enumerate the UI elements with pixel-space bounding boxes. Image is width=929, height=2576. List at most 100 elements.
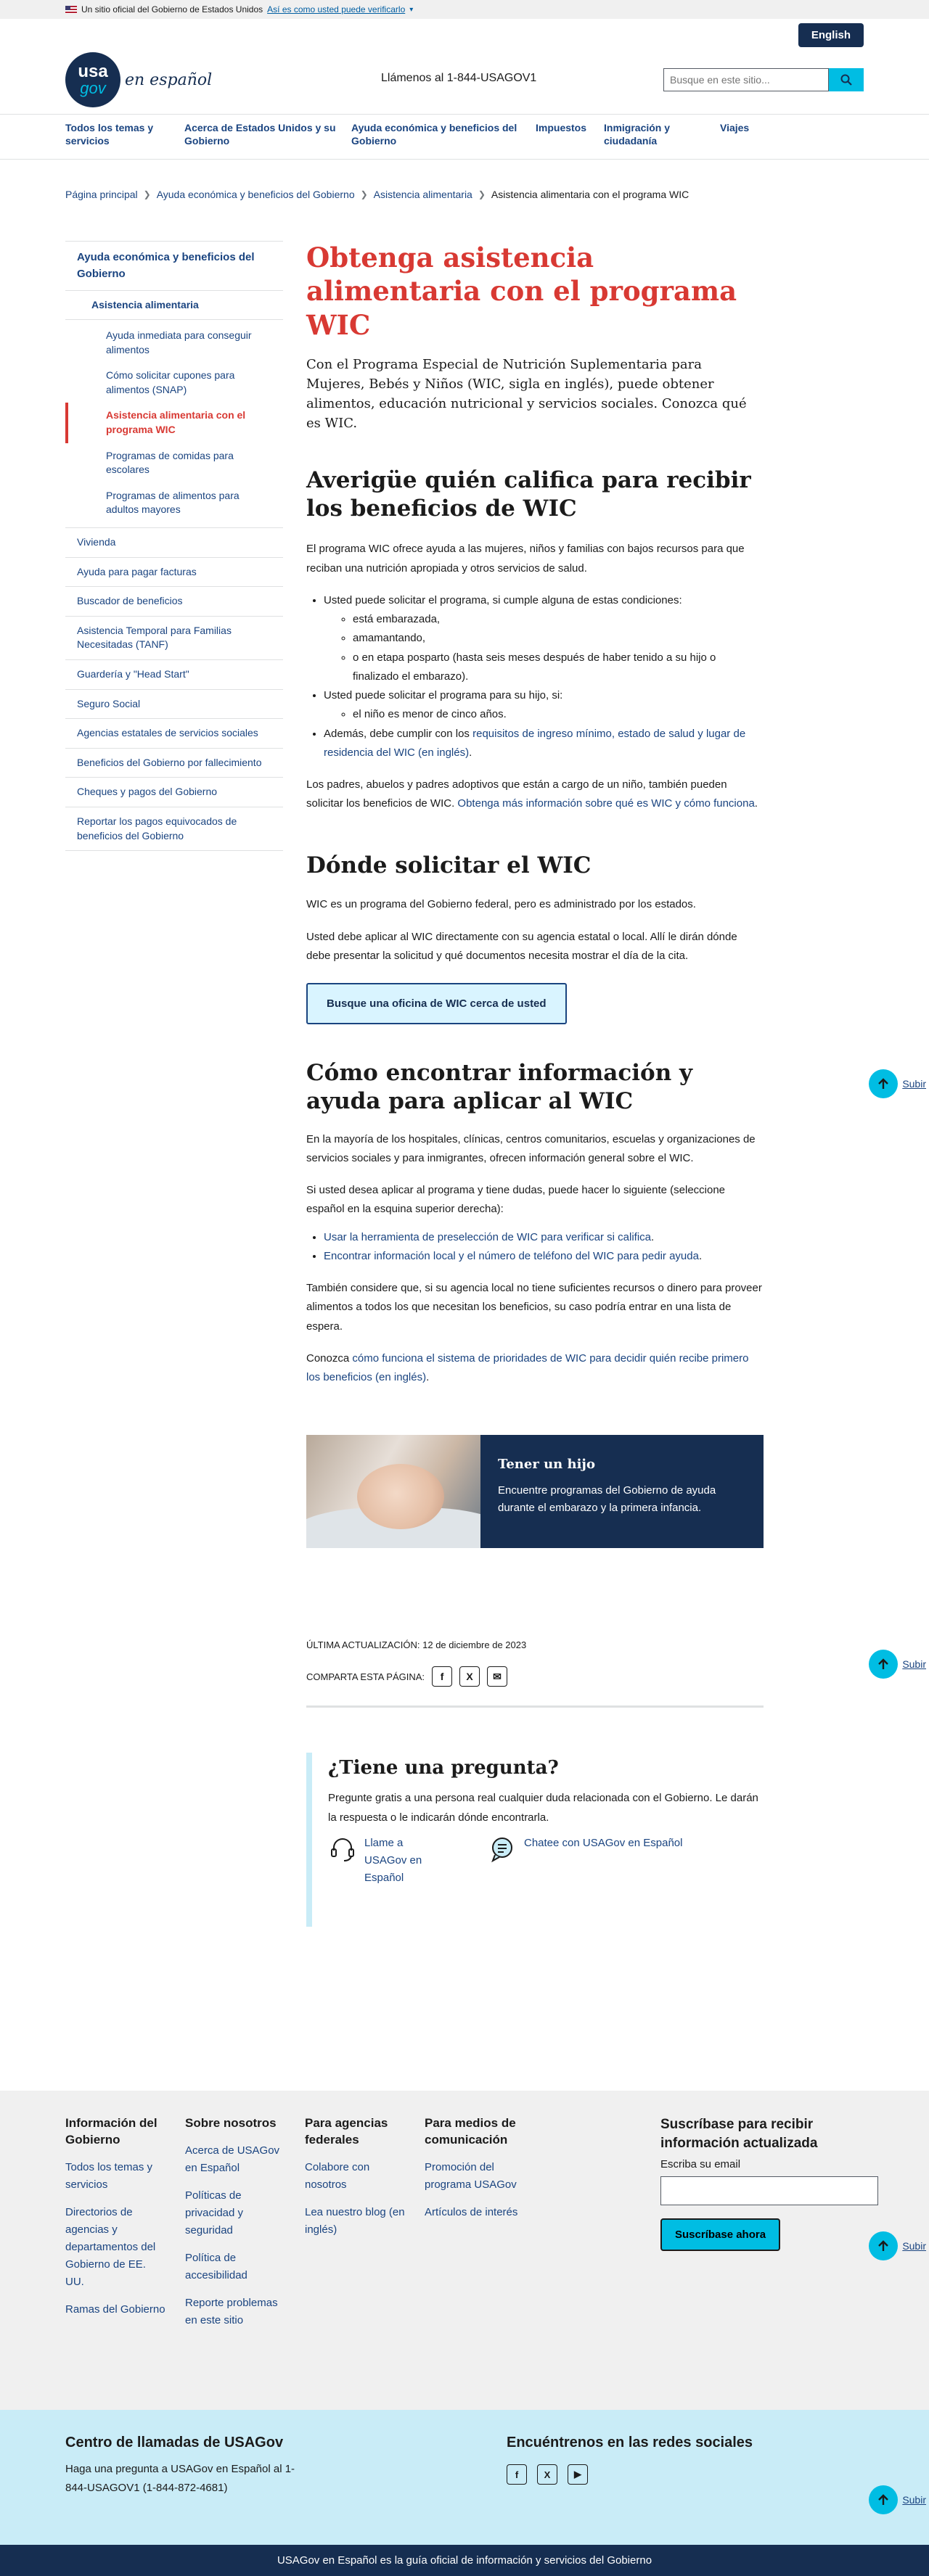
logo-gov-text: gov <box>80 79 106 97</box>
arrow-up-icon <box>869 1069 899 1098</box>
sidebar-top[interactable]: Ayuda económica y beneficios del Gobiern… <box>65 241 283 291</box>
usagov-logo[interactable]: usa gov en español <box>65 52 212 107</box>
footer-link[interactable]: Políticas de privacidad y seguridad <box>185 2187 287 2239</box>
sidebar-subitem-active[interactable]: Asistencia alimentaria con el programa W… <box>65 403 283 443</box>
footer-col-media: Para medios de comunicación Promoción de… <box>425 2115 526 2231</box>
promo-text: Encuentre programas del Gobierno de ayud… <box>498 1484 716 1515</box>
search-icon <box>840 74 852 86</box>
nav-item-acerca[interactable]: Acerca de Estados Unidos y su Gobierno <box>184 122 351 160</box>
prioridades-link[interactable]: cómo funciona el sistema de prioridades … <box>306 1352 748 1383</box>
email-field[interactable] <box>660 2176 878 2206</box>
sidebar-subitem[interactable]: Ayuda inmediata para conseguir alimentos <box>65 323 283 363</box>
footer-col-title: Información del Gobierno <box>65 2116 157 2147</box>
language-toggle-button[interactable]: English <box>798 23 864 47</box>
us-flag-icon <box>65 5 77 14</box>
local-info-link[interactable]: Encontrar información local y el número … <box>324 1250 699 1262</box>
footer-link[interactable]: Lea nuestro blog (en inglés) <box>305 2204 406 2239</box>
nav-item-temas[interactable]: Todos los temas y servicios <box>65 122 184 160</box>
sidebar-item[interactable]: Beneficios del Gobierno por fallecimient… <box>65 749 283 778</box>
promo-body: Tener un hijo Encuentre programas del Go… <box>480 1435 764 1549</box>
nav-item-inmigracion[interactable]: Inmigración y ciudadanía <box>604 122 720 160</box>
search-button[interactable] <box>829 68 864 91</box>
paragraph: Si usted desea aplicar al programa y tie… <box>306 1184 726 1216</box>
verify-link[interactable]: Así es como usted puede verificarlo <box>267 4 405 15</box>
youtube-icon[interactable]: ▶ <box>568 2464 588 2485</box>
section-title-donde: Dónde solicitar el WIC <box>306 852 592 878</box>
back-to-top-button[interactable]: Subir <box>869 2231 926 2260</box>
sidebar-item[interactable]: Seguro Social <box>65 690 283 720</box>
sidebar-item[interactable]: Asistencia Temporal para Familias Necesi… <box>65 617 283 660</box>
sidebar-item[interactable]: Buscador de beneficios <box>65 587 283 617</box>
list-item: o en etapa posparto (hasta seis meses de… <box>353 649 764 687</box>
breadcrumb-ayuda[interactable]: Ayuda económica y beneficios del Gobiern… <box>157 189 355 200</box>
breadcrumb-home[interactable]: Página principal <box>65 189 138 200</box>
sidebar-item[interactable]: Cheques y pagos del Gobierno <box>65 778 283 807</box>
back-to-top-button[interactable]: Subir <box>869 2485 926 2514</box>
header-phone: Llámenos al 1-844-USAGOV1 <box>381 72 537 84</box>
sidebar-subitem[interactable]: Cómo solicitar cupones para alimentos (S… <box>65 363 283 403</box>
sidebar-item-asistencia[interactable]: Asistencia alimentaria <box>65 291 283 321</box>
footer-link[interactable]: Política de accesibilidad <box>185 2250 287 2284</box>
subscribe-form: Suscríbase para recibir información actu… <box>660 2115 878 2252</box>
find-wic-office-button[interactable]: Busque una oficina de WIC cerca de usted <box>306 983 567 1024</box>
paragraph: Conozca cómo funciona el sistema de prio… <box>306 1349 764 1388</box>
nav-item-ayuda[interactable]: Ayuda económica y beneficios del Gobiern… <box>351 122 536 160</box>
sidebar-item[interactable]: Vivienda <box>65 528 283 558</box>
back-to-top-button[interactable]: Subir <box>869 1650 926 1679</box>
last-updated: ÚLTIMA ACTUALIZACIÓN: 12 de diciembre de… <box>306 1639 527 1651</box>
sidebar-item[interactable]: Agencias estatales de servicios sociales <box>65 719 283 749</box>
breadcrumb-separator-icon: ❯ <box>478 189 486 199</box>
list-item: amamantando, <box>353 629 764 648</box>
footer-link[interactable]: Promoción del programa USAGov <box>425 2159 526 2194</box>
list-item: el niño es menor de cinco años. <box>353 705 764 724</box>
back-to-top-label: Subir <box>902 2240 926 2252</box>
social-title: Encuéntrenos en las redes sociales <box>507 2435 753 2451</box>
email-icon[interactable]: ✉ <box>487 1666 508 1687</box>
sidebar-subitem[interactable]: Programas de comidas para escolares <box>65 443 283 483</box>
promo-title[interactable]: Tener un hijo <box>498 1457 746 1472</box>
paragraph: También considere que, si su agencia loc… <box>306 1282 762 1333</box>
x-icon[interactable]: X <box>537 2464 557 2485</box>
footer-link[interactable]: Colabore con nosotros <box>305 2159 406 2194</box>
paragraph: En la mayoría de los hospitales, clínica… <box>306 1132 756 1164</box>
social-icons: f X ▶ <box>507 2464 753 2485</box>
question-links: Llame a USAGov en Español Chatee con USA… <box>328 1835 764 1887</box>
footer-link[interactable]: Acerca de USAGov en Español <box>185 2142 287 2177</box>
chevron-down-icon[interactable]: ▾ <box>409 6 413 14</box>
back-to-top-button[interactable]: Subir <box>869 1069 926 1098</box>
footer-link[interactable]: Directorios de agencias y departamentos … <box>65 2204 167 2291</box>
call-link[interactable]: Llame a USAGov en Español <box>328 1835 430 1887</box>
preseleccion-link[interactable]: Usar la herramienta de preselección de W… <box>324 1231 651 1243</box>
email-label: Escriba su email <box>660 2158 741 2171</box>
sidebar-item[interactable]: Reportar los pagos equivocados de benefi… <box>65 807 283 852</box>
chat-link-text[interactable]: Chatee con USAGov en Español <box>524 1835 682 1887</box>
nav-item-viajes[interactable]: Viajes <box>720 122 778 160</box>
promo-card[interactable]: Tener un hijo Encuentre programas del Go… <box>306 1435 764 1549</box>
section-title-califica: Averigüe quién califica para recibir los… <box>306 466 751 522</box>
footer-link[interactable]: Todos los temas y servicios <box>65 2159 167 2194</box>
search-input[interactable] <box>663 68 829 91</box>
subscribe-button[interactable]: Suscríbase ahora <box>660 2218 781 2252</box>
nav-item-impuestos[interactable]: Impuestos <box>536 122 604 160</box>
logo-circle: usa gov <box>65 52 120 107</box>
sidebar-item[interactable]: Guardería y "Head Start" <box>65 660 283 690</box>
list-item: Usted puede solicitar el programa para s… <box>324 686 764 725</box>
footer-link[interactable]: Reporte problemas en este sitio <box>185 2295 287 2329</box>
call-link-text[interactable]: Llame a USAGov en Español <box>364 1835 430 1887</box>
facebook-icon[interactable]: f <box>432 1666 453 1687</box>
question-text: Pregunte gratis a una persona real cualq… <box>328 1792 758 1824</box>
que-es-wic-link[interactable]: Obtenga más información sobre qué es WIC… <box>457 797 754 810</box>
sidebar-item[interactable]: Ayuda para pagar facturas <box>65 558 283 588</box>
x-icon[interactable]: X <box>459 1666 480 1687</box>
paragraph-text: Conozca <box>306 1351 353 1365</box>
facebook-icon[interactable]: f <box>507 2464 527 2485</box>
footer-link[interactable]: Artículos de interés <box>425 2204 526 2221</box>
breadcrumb-asistencia[interactable]: Asistencia alimentaria <box>374 189 472 200</box>
footer-link[interactable]: Ramas del Gobierno <box>65 2301 167 2318</box>
chat-link[interactable]: Chatee con USAGov en Español <box>488 1835 682 1887</box>
logo-espanol-text: en español <box>125 70 213 89</box>
share-label: COMPARTA ESTA PÁGINA: <box>306 1671 425 1682</box>
paragraph: Usted debe aplicar al WIC directamente c… <box>306 930 737 962</box>
punctuation: . <box>754 797 758 810</box>
sidebar-subitem[interactable]: Programas de alimentos para adultos mayo… <box>65 483 283 523</box>
